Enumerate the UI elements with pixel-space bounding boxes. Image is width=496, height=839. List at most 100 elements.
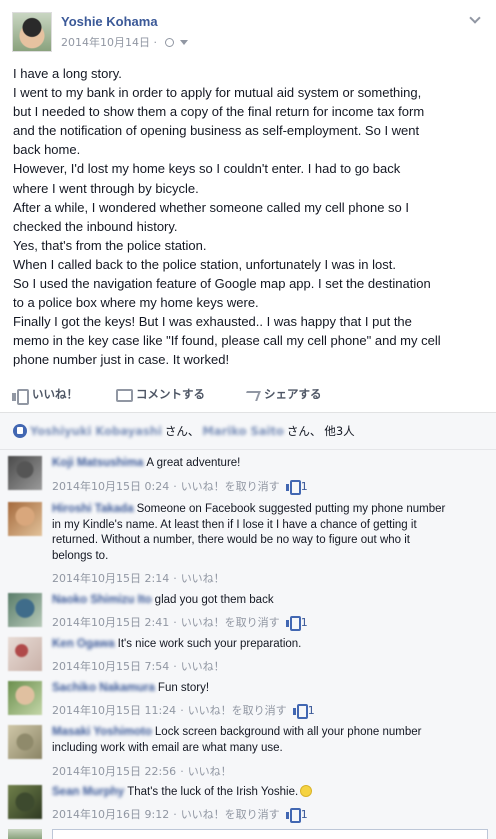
comment-like-link[interactable]: いいね！ [181,658,225,674]
commenter-avatar[interactable] [8,593,42,627]
comment-meta: 2014年10月15日 2:41 · いいね！を取り消す 1 [52,614,308,631]
commenter-avatar[interactable] [8,725,42,759]
comment-text: including work with email are what many … [52,741,283,754]
thumbs-up-icon [292,704,308,719]
comment-like-link[interactable]: いいね！を取り消す [188,702,287,718]
commenter-avatar[interactable] [8,785,42,819]
comment-text: glad you got them back [154,594,274,606]
post-line: to a police box where my home keys were. [13,295,259,311]
comment-body: Hiroshi Takada Someone on Facebook sugges… [52,502,476,564]
liker-suffix: さん、 [164,424,200,438]
comment-body: Sean Murphy That's the luck of the Irish … [52,785,476,801]
post-line: I have a long story. [13,66,122,81]
comment-body: Naoko Shimizu Ito glad you got them back [52,593,476,609]
comment-meta: 2014年10月15日 2:14 · いいね！ [52,570,225,586]
post-line: back home. [13,142,81,158]
commenter-name[interactable]: Hiroshi Takada [52,503,134,515]
post-line: memo in the key case like "If found, ple… [13,333,441,349]
comment-like-count[interactable]: 1 [285,480,308,495]
comment-like-link[interactable]: いいね！を取り消す [181,806,280,822]
comment-button[interactable]: コメントする [116,386,205,402]
commenter-avatar[interactable] [8,502,42,536]
post-date[interactable]: 2014年10月14日 [61,36,150,49]
comment-like-link[interactable]: いいね！を取り消す [181,614,280,630]
liker-suffix: さん、 [286,424,322,438]
post-line: phone number just in case. It worked! [13,352,230,368]
comment-icon [116,388,133,402]
likes-summary[interactable]: Yoshiyuki Kobayashi さん、 Mariko Saito さん、… [13,423,355,439]
like-label: いいね！ [32,387,78,401]
post-line: checked the inbound history. [13,218,178,234]
comment-timestamp[interactable]: 2014年10月15日 22:56 [52,763,176,779]
comment-label: コメントする [136,387,205,401]
comment-timestamp[interactable]: 2014年10月15日 2:41 [52,614,169,630]
comment-text: Someone on Facebook suggested putting my… [136,503,446,515]
post-line: Finally I got the keys! But I was exhaus… [13,314,412,330]
share-label: シェアする [264,387,322,401]
comment-timestamp[interactable]: 2014年10月15日 2:14 [52,570,169,586]
thumbs-up-icon [12,388,29,405]
comment-timestamp[interactable]: 2014年10月15日 11:24 [52,702,176,718]
comment-text: Fun story! [157,682,210,694]
post-line: However, I'd lost my home keys so I coul… [13,161,401,177]
chevron-down-icon[interactable] [468,12,482,26]
comment-like-link[interactable]: いいね！ [181,570,225,586]
post-line: So I used the navigation feature of Goog… [13,276,431,292]
comment-meta: 2014年10月16日 9:12 · いいね！を取り消す 1 [52,806,308,823]
comment-meta: 2014年10月15日 22:56 · いいね！ [52,763,232,779]
thumbs-up-icon [285,616,301,631]
liker-name[interactable]: Mariko Saito [202,424,283,438]
commenter-name[interactable]: Koji Matsushima [52,457,143,469]
comment-body: Ken Ogawa It's nice work such your prepar… [52,637,476,653]
likers-others[interactable]: 他3人 [324,423,354,439]
reply-row [8,827,488,839]
comment-body: Masaki Yoshimoto Lock screen background w… [52,725,476,756]
share-button[interactable]: シェアする [244,386,322,402]
commenter-avatar[interactable] [8,456,42,490]
commenter-name[interactable]: Sachiko Nakamura [52,682,155,694]
smile-icon [300,785,313,797]
post-line: When I called back to the police station… [13,256,396,272]
comment-timestamp[interactable]: 2014年10月15日 0:24 [52,478,169,494]
comment-like-count[interactable]: 1 [285,808,308,823]
post-meta: 2014年10月14日 · [61,34,188,50]
share-icon [244,388,258,401]
like-button[interactable]: いいね！ [12,386,78,405]
comment-text: A great adventure! [146,457,241,469]
comment-like-link[interactable]: いいね！を取り消す [181,478,280,494]
comment-body: Sachiko Nakamura Fun story! [52,681,476,697]
post-line: Yes, that's from the police station. [13,237,207,253]
divider [0,449,496,450]
comment-like-count[interactable]: 1 [285,616,308,631]
post-line: and the notification of opening business… [13,123,420,139]
commenter-avatar[interactable] [8,637,42,671]
comment-input[interactable] [52,829,488,839]
post-body: I have a long story. I went to my bank i… [13,64,485,370]
privacy-caret-icon[interactable] [180,40,188,45]
comment-text: returned. Without a number, there would … [52,534,410,546]
commenter-name[interactable]: Naoko Shimizu Ito [52,594,152,606]
author-avatar[interactable] [12,12,52,52]
post-line: but I needed to show them a copy of the … [13,104,425,120]
commenter-name[interactable]: Ken Ogawa [52,638,115,650]
comment-text: It's nice work such your preparation. [117,638,302,650]
thumbs-up-icon [285,480,301,495]
comment-like-link[interactable]: いいね！ [188,763,232,779]
author-name[interactable]: Yoshie Kohama [61,14,158,29]
commenter-name[interactable]: Masaki Yoshimoto [52,726,152,738]
liker-name[interactable]: Yoshiyuki Kobayashi [30,424,162,438]
comment-text: Lock screen background with all your pho… [154,726,422,738]
comment-meta: 2014年10月15日 11:24 · いいね！を取り消す 1 [52,702,315,719]
facebook-post: Yoshie Kohama 2014年10月14日 · I have a lon… [0,0,496,839]
current-user-avatar [8,829,42,839]
comment-text: belongs to. [52,549,109,562]
commenter-name[interactable]: Sean Murphy [52,786,124,798]
post-header: Yoshie Kohama 2014年10月14日 · [12,12,484,52]
comment-like-count[interactable]: 1 [292,704,315,719]
meta-separator: · [153,36,158,49]
comment-timestamp[interactable]: 2014年10月16日 9:12 [52,806,169,822]
thumbs-up-icon [285,808,301,823]
comment-timestamp[interactable]: 2014年10月15日 7:54 [52,658,169,674]
commenter-avatar[interactable] [8,681,42,715]
like-badge-icon [13,424,27,438]
